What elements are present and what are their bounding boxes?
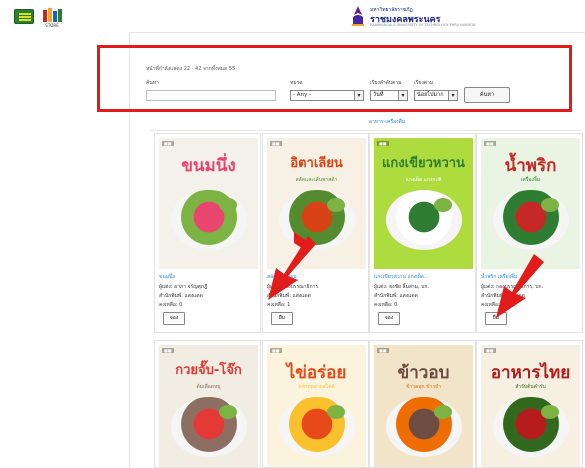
cover-subtitle: สลัดและเส้นพาสต้า	[295, 177, 338, 183]
cover-title: น้ำพริก	[504, 156, 557, 176]
book-stock: คงเหลือ: 0	[159, 302, 183, 308]
cover-subtitle: สำรับต้นตำรับ	[515, 384, 546, 390]
food-garnish	[327, 198, 345, 212]
cover-title: ข้าวอบ	[397, 363, 450, 383]
cover-title: ขนมนึ่ง	[181, 156, 236, 176]
food-photo	[279, 397, 355, 457]
book-card[interactable]: ■■ อาหารไทย สำรับต้นตำรับ	[476, 340, 583, 468]
sort-by-select[interactable]: วันที่ ▾	[370, 90, 408, 101]
book-cover-image[interactable]: ■■ อาหารไทย สำรับต้นตำรับ	[481, 345, 580, 467]
food-garnish	[219, 405, 237, 419]
chevron-down-icon: ▾	[354, 91, 363, 100]
divider	[130, 32, 585, 33]
page: STORE มหาวิทยาลัยราชภัฏ ราชมงคลพระนคร RA…	[0, 0, 585, 468]
bookstore-icon[interactable]: STORE	[42, 6, 62, 28]
book-cover-image[interactable]: ■■ กวยจั๊บ-โจ๊กต้มเลือดหมู	[159, 345, 258, 467]
food-photo	[171, 397, 247, 457]
food-photo	[493, 397, 569, 457]
store-caption: STORE	[45, 23, 59, 28]
book-card[interactable]: ■■ กวยจั๊บ-โจ๊กต้มเลือดหมู	[154, 340, 261, 468]
cover-title: อาหารไทย	[490, 363, 571, 383]
book-cover-image[interactable]: ■■ ข้าวอบ ข้าวคลุก ข้าวยำ	[374, 345, 473, 467]
cover-subtitle: หลากหลายสไตล์	[298, 384, 335, 390]
publisher-logo: ■■	[484, 141, 496, 146]
book-title-link[interactable]: แกงเขียวหวาน แกงเผ็ด...	[374, 273, 474, 281]
search-panel: หน้าที่กำลังแสดง 22 - 42 จากทั้งหมด 55 ค…	[97, 45, 572, 112]
red-arrow-annotation	[496, 254, 544, 318]
book-author: ผู้แต่ง: ธงชัย ลิ้มสาม, บก.	[374, 284, 430, 290]
food-garnish	[219, 198, 237, 212]
food-photo	[171, 190, 247, 250]
publisher-logo: ■■	[270, 348, 282, 353]
sort-by-select-value: วันที่	[373, 92, 384, 98]
category-link[interactable]: อาหาร-เครื่องดื่ม	[369, 118, 405, 126]
logo-english-name: RAJAMANGALA UNIVERSITY OF TECHNOLOGY PHR…	[370, 23, 476, 27]
cover-subtitle: เครื่องจิ้ม	[520, 177, 541, 183]
book-card[interactable]: ■■ ไข่อร่อย หลากหลายสไตล์	[262, 340, 369, 468]
book-card[interactable]: ■■ แกงเขียวหวานแกงเผ็ด แกงกะทิแกงเขียวหวา…	[369, 133, 476, 333]
food-garnish	[327, 405, 345, 419]
red-arrow-annotation	[268, 232, 316, 300]
cover-title: อิตาเลียน	[290, 156, 343, 171]
hamburger-menu-icon[interactable]	[14, 9, 34, 24]
cover-title: กวยจั๊บ-โจ๊ก	[175, 363, 242, 378]
cover-subtitle: แกงเผ็ด แกงกะทิ	[405, 177, 442, 183]
chevron-down-icon: ▾	[448, 91, 457, 100]
cover-title: แกงเขียวหวาน	[382, 156, 465, 171]
sort-by-label: เรียงลำดับตาม	[370, 80, 402, 86]
book-author: ผู้แต่ง: อาภา จรัญศุภฎี	[159, 284, 208, 290]
publisher-logo: ■■	[270, 141, 282, 146]
result-count: หน้าที่กำลังแสดง 22 - 42 จากทั้งหมด 55	[146, 66, 236, 72]
book-publisher: สำนักพิมพ์: แสงแดด	[159, 293, 203, 299]
order-select-value: น้อยไปมาก	[417, 92, 444, 98]
book-cover-image[interactable]: ■■ แกงเขียวหวานแกงเผ็ด แกงกะทิ	[374, 138, 473, 269]
reserve-button[interactable]: จอง	[163, 312, 185, 325]
borrow-button[interactable]: ยืม	[271, 312, 293, 325]
book-card[interactable]: ■■ ขนมนึ่ง ขนมนึ่ง ผู้แต่ง: อาภา จรัญศุภฎีส…	[154, 133, 261, 333]
book-card[interactable]: ■■ ข้าวอบ ข้าวคลุก ข้าวยำ	[369, 340, 476, 468]
book-cover-image[interactable]: ■■ ขนมนึ่ง	[159, 138, 258, 269]
publisher-logo: ■■	[377, 348, 389, 353]
book-stock: คงเหลือ: 0	[374, 302, 398, 308]
top-bar: STORE มหาวิทยาลัยราชภัฏ ราชมงคลพระนคร RA…	[0, 0, 585, 32]
cover-title: ไข่อร่อย	[286, 363, 347, 383]
order-select[interactable]: น้อยไปมาก ▾	[414, 90, 458, 101]
cover-subtitle: ข้าวคลุก ข้าวยำ	[406, 384, 441, 390]
university-logo[interactable]: มหาวิทยาลัยราชภัฏ ราชมงคลพระนคร RAJAMANG…	[350, 5, 490, 29]
category-select[interactable]: - Any - ▾	[290, 90, 364, 101]
chevron-down-icon: ▾	[398, 91, 407, 100]
publisher-logo: ■■	[484, 348, 496, 353]
order-label: เรียงตาม	[414, 80, 434, 86]
food-photo	[493, 190, 569, 250]
food-garnish	[434, 198, 452, 212]
food-photo	[386, 190, 462, 250]
keyword-label: ค้นหา	[146, 80, 159, 86]
book-publisher: สำนักพิมพ์: แสงแดด	[374, 293, 418, 299]
food-garnish	[541, 405, 559, 419]
search-button[interactable]: ค้นหา	[464, 87, 510, 103]
publisher-logo: ■■	[162, 348, 174, 353]
keyword-input[interactable]	[146, 90, 276, 101]
book-cover-image[interactable]: ■■ ไข่อร่อย หลากหลายสไตล์	[267, 345, 366, 467]
book-title-link[interactable]: ขนมนึ่ง	[159, 273, 259, 281]
category-label: หมวด	[290, 80, 303, 86]
publisher-logo: ■■	[377, 141, 389, 146]
university-emblem-icon	[352, 6, 364, 26]
food-garnish	[541, 198, 559, 212]
publisher-logo: ■■	[162, 141, 174, 146]
divider	[150, 130, 582, 131]
cover-subtitle: ต้มเลือดหมู	[196, 384, 221, 390]
category-select-value: - Any -	[293, 92, 311, 98]
food-photo	[386, 397, 462, 457]
reserve-button[interactable]: จอง	[378, 312, 400, 325]
food-garnish	[434, 405, 452, 419]
